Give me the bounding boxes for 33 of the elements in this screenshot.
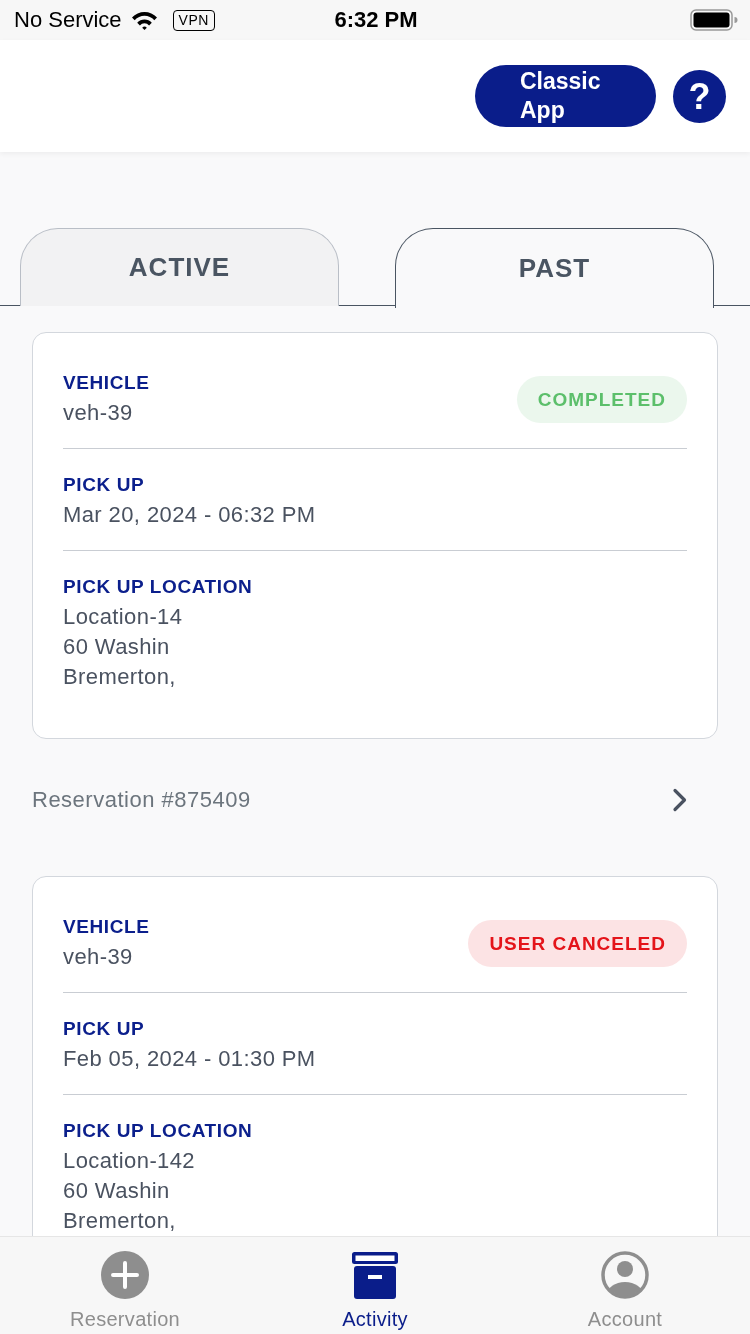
- archive-box-icon: [351, 1251, 399, 1299]
- user-circle-icon: [601, 1251, 649, 1299]
- clock-time: 6:32 PM: [334, 7, 418, 33]
- carrier-text: No Service: [14, 7, 122, 33]
- field-value: Bremerton,: [63, 1207, 177, 1235]
- battery-icon: [690, 9, 738, 31]
- wifi-icon: [130, 10, 158, 30]
- field-value: 60 Washin: [63, 633, 171, 661]
- help-button[interactable]: ?: [673, 69, 726, 123]
- field-label: PICK UP LOCATION: [63, 575, 253, 599]
- field-value: Bremerton,: [63, 663, 177, 691]
- field-value: 60 Washin: [63, 1177, 171, 1205]
- field-value: Feb 05, 2024 - 01:30 PM: [63, 1045, 316, 1073]
- segment-tab[interactable]: ACTIVE: [20, 228, 339, 306]
- field-value: Mar 20, 2024 - 06:32 PM: [63, 501, 316, 529]
- reservation-number: Reservation #875409: [32, 786, 251, 814]
- field-value: veh-39: [63, 943, 134, 971]
- chevron-right-icon[interactable]: [672, 788, 688, 812]
- field-label: PICK UP LOCATION: [63, 1119, 253, 1143]
- field-value: Location-142: [63, 1147, 196, 1175]
- tab-bar-item[interactable]: Activity: [250, 1237, 500, 1334]
- field-value: Location-14: [63, 603, 184, 631]
- classic-app-button[interactable]: Classic App: [475, 65, 656, 127]
- field-value: veh-39: [63, 399, 134, 427]
- status-tag: USER CANCELED: [468, 920, 687, 967]
- plus-circle-icon: [101, 1251, 149, 1299]
- status-tag: COMPLETED: [516, 376, 687, 423]
- field-label: VEHICLE: [63, 915, 150, 939]
- field-label: VEHICLE: [63, 371, 150, 395]
- segment-tab[interactable]: PAST: [395, 228, 714, 308]
- vpn-badge: VPN: [172, 9, 215, 31]
- field-label: PICK UP: [63, 1017, 146, 1041]
- field-label: PICK UP: [63, 473, 146, 497]
